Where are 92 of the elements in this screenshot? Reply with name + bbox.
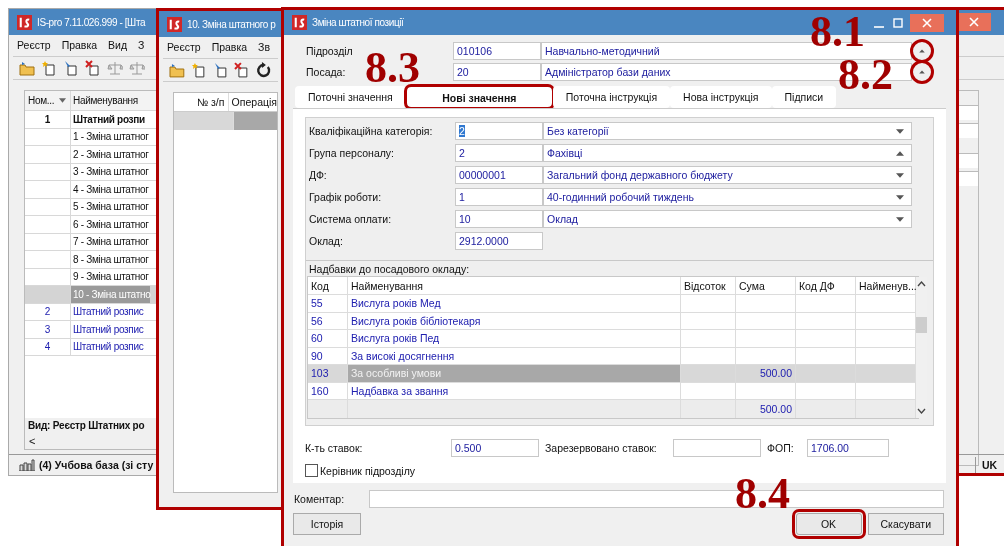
table-cell: 56	[308, 312, 348, 329]
table-cell: 4	[25, 338, 71, 355]
window-title: Зміна штатної позиції	[312, 17, 404, 28]
window-title: 10. Зміна штатного р	[187, 18, 276, 30]
code-field[interactable]: 2	[455, 144, 543, 162]
column-header[interactable]: Найменування	[348, 277, 681, 294]
table-cell[interactable]: 8 - Зміна штатног	[71, 251, 149, 268]
code-field[interactable]: 2912.0000	[455, 232, 543, 250]
dropdown-field[interactable]: Загальний фонд державного бюджету	[543, 166, 912, 184]
table-cell: За високі досягнення	[348, 347, 681, 364]
table-cell: 90	[308, 347, 348, 364]
field-label: Графік роботи:	[308, 191, 383, 203]
dialog-button[interactable]: Історія	[293, 513, 361, 535]
table-cell: 60	[308, 330, 348, 347]
table-cell[interactable]: Штатний розпис	[71, 321, 144, 338]
fop-field[interactable]: 1706.00	[807, 439, 889, 457]
rates-field[interactable]: 0.500	[451, 439, 539, 457]
menu-item[interactable]: Реєстр	[167, 41, 201, 54]
view-label: Вид: Реєстр Штатних ро	[25, 418, 156, 433]
table-cell[interactable]: 1 - Зміна штатног	[71, 128, 149, 145]
section-title: Надбавки до посадового окладу:	[308, 263, 471, 275]
tab[interactable]: Поточні значення	[295, 86, 406, 108]
annotation-label: 8.3	[365, 50, 420, 86]
field-label: ФОП:	[766, 442, 795, 454]
table-cell[interactable]: 2 - Зміна штатног	[71, 146, 149, 163]
menu-item[interactable]: Вид	[108, 39, 128, 52]
code-field[interactable]: 2	[455, 122, 543, 140]
table-cell: 160	[308, 382, 348, 399]
column-header[interactable]: Код ДФ	[796, 277, 856, 294]
dialog-button[interactable]: Скасувати	[867, 513, 944, 535]
table-cell: За особливі умови	[348, 365, 681, 382]
table-cell[interactable]: Штатний розпис	[71, 338, 144, 355]
menu-item[interactable]: З	[138, 39, 145, 52]
table-cell: Вислуга років бібліотекаря	[348, 312, 681, 329]
table-cell[interactable]: Штатний розпис	[71, 303, 144, 320]
field-label: Оклад:	[308, 235, 344, 247]
field-label: Коментар:	[294, 493, 346, 505]
field-label: Підрозділ	[306, 45, 354, 57]
table-cell[interactable]: 9 - Зміна штатног	[71, 268, 149, 285]
field-label: Група персоналу:	[308, 147, 395, 159]
dropdown-field[interactable]: Фахівці	[543, 144, 912, 162]
table-cell[interactable]: Штатний розпи	[71, 111, 145, 128]
window-title: IS-pro 7.11.026.999 - [Шта	[37, 16, 146, 28]
column-header[interactable]: № з/п	[193, 93, 229, 111]
code-field[interactable]: 010106	[453, 42, 541, 60]
tab[interactable]: Підписи	[771, 86, 837, 108]
table-cell: 55	[308, 295, 348, 312]
table-cell[interactable]: 6 - Зміна штатног	[71, 216, 149, 233]
field-label: К-ть ставок:	[305, 442, 364, 454]
table-cell: 500.00	[759, 367, 792, 380]
language-indicator: UK	[975, 457, 1004, 473]
tab[interactable]: Поточна інструкція	[552, 86, 671, 108]
table-cell[interactable]: 4 - Зміна штатног	[71, 181, 149, 198]
column-header[interactable]: Код	[308, 277, 348, 294]
dropdown-field[interactable]: Оклад	[543, 210, 912, 228]
menu-item[interactable]: Зв	[258, 41, 271, 54]
column-header[interactable]: Ном...	[25, 91, 71, 110]
column-header[interactable]: Операція	[228, 93, 277, 111]
menu-item[interactable]: Реєстр	[17, 39, 51, 52]
column-header[interactable]: Відсоток	[681, 277, 736, 294]
code-field[interactable]: 10	[455, 210, 543, 228]
table-cell: 3	[25, 321, 71, 338]
table-cell[interactable]: 3 - Зміна штатног	[71, 163, 149, 180]
table-cell: 1	[25, 111, 71, 128]
horizontal-scrollbar[interactable]: <	[25, 433, 156, 449]
column-header[interactable]: Найменування	[71, 91, 138, 110]
tab[interactable]: Нові значення	[405, 86, 553, 108]
database-name: (4) Учбова база (зі сту	[39, 459, 154, 471]
field-label: Посада:	[306, 66, 347, 78]
code-field[interactable]: 00000001	[455, 166, 543, 184]
dropdown-field[interactable]: Без категорії	[543, 122, 912, 140]
table-cell: 2	[25, 303, 71, 320]
menu-item[interactable]: Правка	[211, 41, 248, 54]
field-label: ДФ:	[308, 169, 328, 181]
annotation-label: 8.4	[735, 476, 790, 512]
field-label: Кваліфікаційна категорія:	[308, 125, 434, 137]
code-field[interactable]: 1	[455, 188, 543, 206]
dropdown-field[interactable]: 40-годинний робочий тиждень	[543, 188, 912, 206]
field-label: Система оплати:	[308, 213, 393, 225]
column-header[interactable]: Сума	[736, 277, 796, 294]
table-cell: Надбавка за звання	[348, 382, 681, 399]
code-field[interactable]: 20	[453, 63, 541, 81]
scroll-left-arrow[interactable]: <	[29, 435, 36, 447]
table-cell[interactable]: 7 - Зміна штатног	[71, 233, 149, 250]
menu-item[interactable]: Правка	[61, 39, 98, 52]
head-of-unit-checkbox[interactable]: Керівник підрозділу	[305, 464, 415, 477]
tab[interactable]: Нова інструкція	[670, 86, 772, 108]
table-cell[interactable]: 5 - Зміна штатног	[71, 198, 149, 215]
total-cell: 500.00	[736, 400, 796, 418]
table-cell: Вислуга років Мед	[348, 295, 681, 312]
table-cell: Вислуга років Пед	[348, 330, 681, 347]
field-label: Зарезервовано ставок:	[544, 442, 658, 454]
